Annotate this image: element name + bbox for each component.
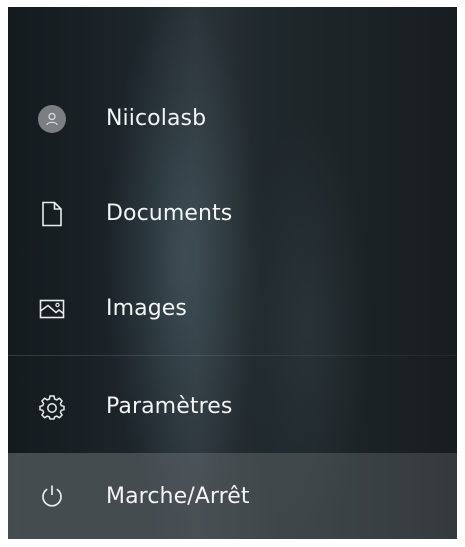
settings-label: Paramètres [106, 394, 233, 419]
user-account-button[interactable]: Niicolasb [8, 72, 457, 165]
power-icon-slot [36, 480, 68, 512]
start-menu-side-panel: Niicolasb Documents Images Paramètres Ma… [8, 7, 457, 539]
image-icon-slot [36, 293, 68, 325]
images-label: Images [106, 296, 187, 321]
power-icon [42, 485, 62, 507]
document-icon [42, 201, 62, 226]
power-button[interactable]: Marche/Arrêt [8, 453, 457, 539]
gear-icon-slot [36, 391, 68, 423]
image-icon [39, 299, 65, 318]
images-button[interactable]: Images [8, 262, 457, 355]
avatar-icon-slot [36, 103, 68, 135]
document-icon-slot [36, 198, 68, 230]
gear-icon [39, 394, 65, 420]
documents-label: Documents [106, 201, 233, 226]
avatar [38, 104, 66, 133]
power-label: Marche/Arrêt [106, 483, 250, 509]
menu-divider [8, 355, 457, 356]
documents-button[interactable]: Documents [8, 167, 457, 260]
avatar-person-icon [46, 112, 58, 125]
settings-button[interactable]: Paramètres [8, 360, 457, 453]
user-name-label: Niicolasb [106, 106, 207, 131]
